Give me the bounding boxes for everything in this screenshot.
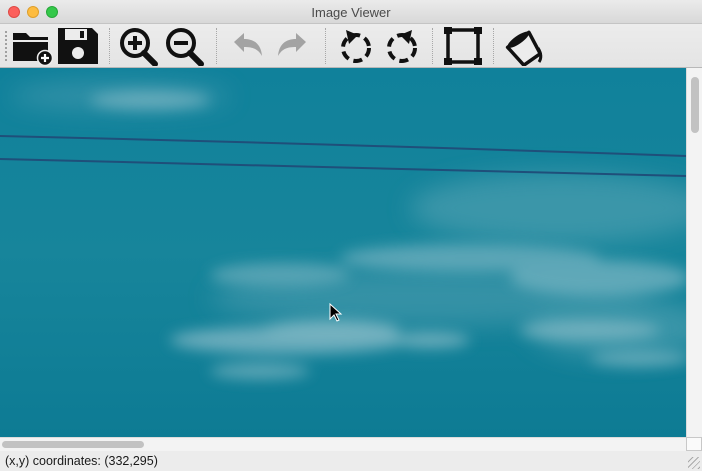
vertical-scroll-thumb[interactable]: [691, 77, 699, 133]
toolbar-separator: [325, 28, 326, 64]
paint-bucket-icon: [505, 30, 543, 66]
fill-button[interactable]: [502, 26, 546, 66]
toolbar: [0, 24, 702, 68]
vertical-scrollbar[interactable]: [686, 68, 702, 437]
rotate-right-button[interactable]: [380, 26, 424, 66]
redo-button[interactable]: [270, 26, 314, 66]
image-viewer-window: Image Viewer (x,y) coordinates: (332,295…: [0, 0, 702, 471]
horizontal-scroll-thumb[interactable]: [2, 441, 144, 448]
image-canvas[interactable]: [0, 68, 686, 437]
horizontal-scrollbar[interactable]: [0, 437, 686, 451]
folder-add-icon: [13, 33, 54, 66]
toolbar-grip[interactable]: [4, 30, 8, 62]
open-folder-button[interactable]: [10, 26, 54, 66]
toolbar-separator: [432, 28, 433, 64]
zoom-out-button[interactable]: [162, 26, 206, 66]
title-bar[interactable]: Image Viewer: [0, 0, 702, 24]
status-bar: (x,y) coordinates: (332,295): [0, 451, 702, 471]
crop-frame-icon: [444, 27, 482, 65]
zoom-in-button[interactable]: [116, 26, 160, 66]
toolbar-separator: [493, 28, 494, 64]
zoom-out-icon: [166, 28, 204, 66]
save-button[interactable]: [56, 26, 100, 66]
toolbar-separator: [216, 28, 217, 64]
window-title: Image Viewer: [311, 5, 391, 20]
sky-photo: [0, 68, 686, 437]
floppy-disk-icon: [58, 28, 98, 64]
resize-grip-icon[interactable]: [688, 457, 700, 469]
toolbar-separator: [109, 28, 110, 64]
zoom-in-icon: [120, 28, 158, 66]
undo-arrow-icon: [234, 33, 262, 56]
crop-button[interactable]: [441, 26, 485, 66]
scroll-corner: [686, 437, 702, 451]
redo-arrow-icon: [278, 33, 306, 56]
rotate-right-icon: [387, 30, 417, 63]
coordinates-readout: (x,y) coordinates: (332,295): [5, 454, 158, 468]
undo-button[interactable]: [226, 26, 270, 66]
rotate-left-icon: [341, 30, 371, 63]
rotate-left-button[interactable]: [334, 26, 378, 66]
